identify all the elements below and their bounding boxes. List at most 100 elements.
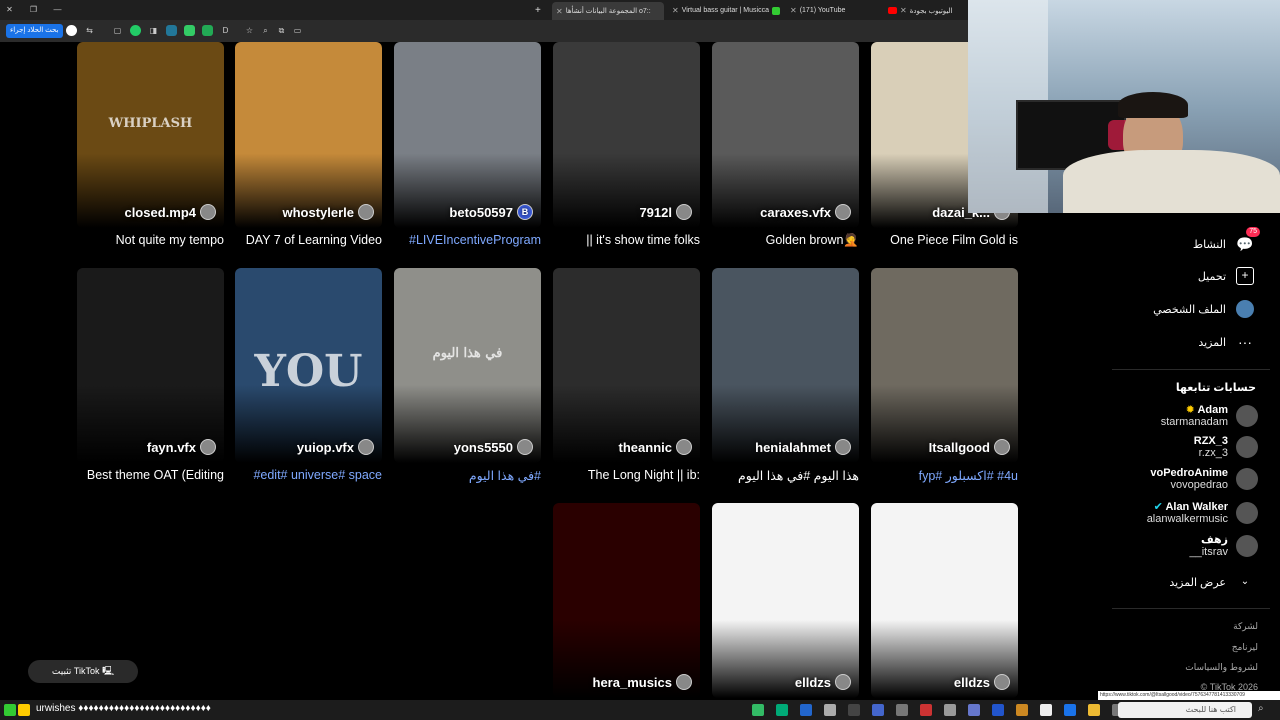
taskbar-search-input[interactable]: اكتب هنا للبحث (1118, 702, 1252, 718)
video-username[interactable]: elldzs (795, 674, 851, 690)
video-username[interactable]: theannic (619, 439, 692, 455)
video-username[interactable]: yuiop.vfx (297, 439, 374, 455)
restore-window-icon[interactable]: ❐ (28, 4, 39, 15)
tab-youtube[interactable]: ✕ (171) YouTube (790, 3, 882, 18)
video-username[interactable]: Itsallgood (929, 439, 1010, 455)
video-caption[interactable]: #4u #اكسبلور #fyp (871, 468, 1018, 483)
video-thumbnail[interactable]: في هذا اليوم yons5550 (394, 268, 541, 463)
shield-icon[interactable] (184, 25, 195, 36)
video-username[interactable]: caraxes.vfx (760, 204, 851, 220)
video-thumbnail[interactable]: beto50597 B (394, 42, 541, 228)
video-username[interactable]: yons5550 (454, 439, 533, 455)
video-thumbnail[interactable]: elldzs (871, 503, 1018, 698)
taskbar-app-icon[interactable] (752, 704, 764, 716)
taskbar-app-icon[interactable] (992, 704, 1004, 716)
video-thumbnail[interactable]: henialahmet (712, 268, 859, 463)
close-tab-icon[interactable]: ✕ (672, 6, 679, 15)
video-caption[interactable]: One Piece Film Gold is (871, 233, 1018, 247)
video-caption[interactable]: edit# universe# space# (235, 468, 382, 482)
minimize-window-icon[interactable]: — (52, 4, 63, 15)
video-username[interactable]: elldzs (954, 674, 1010, 690)
video-caption[interactable]: هذا اليوم #في هذا اليوم (712, 468, 859, 483)
footer-link[interactable]: لشروط والسياسات (1185, 662, 1258, 673)
video-caption[interactable]: LIVEIncentiveProgram# (394, 233, 541, 247)
video-caption[interactable]: || it's show time folks (553, 233, 700, 247)
taskbar-app-icon[interactable] (824, 704, 836, 716)
extension-icon[interactable]: ▢ (112, 25, 123, 36)
taskbar-app-icon[interactable] (920, 704, 932, 716)
following-account[interactable]: voPedroAnime vovopedrao (1098, 467, 1258, 491)
sidebar-item-profile[interactable]: الملف الشخصي (1153, 300, 1254, 318)
close-tab-icon[interactable]: ✕ (790, 6, 797, 15)
video-caption[interactable]: Best theme OAT (Editing (77, 468, 224, 482)
video-thumbnail[interactable]: caraxes.vfx (712, 42, 859, 228)
extension-icon[interactable]: D (220, 25, 231, 36)
taskbar-app-icon[interactable] (1016, 704, 1028, 716)
taskbar-app-icon[interactable] (848, 704, 860, 716)
footer-link[interactable]: ليرنامج (1232, 642, 1258, 653)
close-tab-icon[interactable]: ✕ (900, 6, 907, 15)
video-thumbnail[interactable]: WHIPLASH closed.mp4 (77, 42, 224, 228)
sidebar-item-more[interactable]: ··· المزيد (1198, 333, 1254, 351)
video-username[interactable]: closed.mp4 (124, 204, 216, 220)
taskbar-app-icon[interactable] (1040, 704, 1052, 716)
video-caption[interactable]: Not quite my tempo (77, 233, 224, 247)
window-icon[interactable]: ▭ (292, 25, 303, 36)
tab-green[interactable] (772, 3, 786, 18)
extension-icon[interactable] (202, 25, 213, 36)
video-caption[interactable]: DAY 7 of Learning Video (235, 233, 382, 247)
extension-icon[interactable] (130, 25, 141, 36)
search-action-chip[interactable]: بحث الحلاد إجراء (6, 24, 63, 38)
taskbar-app-icon[interactable] (800, 704, 812, 716)
app-icon[interactable] (18, 704, 30, 716)
following-account[interactable]: زهف __itsrav (1098, 533, 1258, 558)
taskbar-app-icon[interactable] (896, 704, 908, 716)
taskbar-app-icon[interactable] (944, 704, 956, 716)
video-username[interactable]: henialahmet (755, 439, 851, 455)
taskbar-app-icon[interactable] (872, 704, 884, 716)
video-username[interactable]: hera_musics (593, 674, 692, 690)
video-thumbnail[interactable]: 7912l (553, 42, 700, 228)
video-thumbnail[interactable]: theannic (553, 268, 700, 463)
video-caption[interactable]: Golden brown🤦 (712, 233, 859, 248)
video-username[interactable]: 7912l (639, 204, 692, 220)
taskbar-app-icon[interactable] (776, 704, 788, 716)
video-thumbnail[interactable]: Itsallgood (871, 268, 1018, 463)
following-account[interactable]: RZX_3 r.zx_3 (1098, 435, 1258, 459)
taskbar-app-icon[interactable] (1064, 704, 1076, 716)
see-more-button[interactable]: ⌄ عرض المزيد (1169, 573, 1254, 591)
video-username[interactable]: whostylerle (282, 204, 374, 220)
tab-musicca[interactable]: ✕ Virtual bass guitar | Musicca (672, 3, 784, 18)
video-thumbnail[interactable]: whostylerle (235, 42, 382, 228)
taskbar-app-icon[interactable] (968, 704, 980, 716)
extension-icon[interactable]: ⇆ (84, 25, 95, 36)
sidebar-item-activity[interactable]: 💬 75 النشاط (1193, 227, 1260, 253)
video-caption[interactable]: The Long Night || ib: (553, 468, 700, 482)
following-account[interactable]: ✔ Alan Walker alanwalkermusic (1098, 500, 1258, 525)
install-tiktok-button[interactable]: تثبيت TikTok 🖳 (28, 660, 138, 683)
video-caption[interactable]: #في هذا اليوم (394, 468, 541, 483)
video-thumbnail[interactable]: fayn.vfx (77, 268, 224, 463)
footer-link[interactable]: لشركة (1233, 621, 1258, 632)
following-account[interactable]: ✹ Adam starmanadam (1098, 403, 1258, 428)
extension-icon[interactable] (66, 25, 77, 36)
new-tab-button[interactable]: + (535, 3, 541, 18)
extension-icon[interactable] (166, 25, 177, 36)
search-icon[interactable]: ⌕ (1258, 703, 1264, 714)
close-window-icon[interactable]: ✕ (4, 4, 15, 15)
extension-icon[interactable]: ◨ (148, 25, 159, 36)
extensions-icon[interactable]: ⧉ (276, 25, 287, 36)
video-thumbnail[interactable]: hera_musics (553, 503, 700, 698)
tab-youtube-quality[interactable]: ✕ اليوتيوب بجودة (888, 3, 968, 18)
sidebar-item-upload[interactable]: + تحميل (1198, 267, 1254, 285)
video-username[interactable]: fayn.vfx (147, 439, 216, 455)
taskbar-app-icon[interactable] (1088, 704, 1100, 716)
app-icon[interactable] (4, 704, 16, 716)
video-username[interactable]: beto50597 B (449, 204, 533, 220)
video-thumbnail[interactable]: YOU yuiop.vfx (235, 268, 382, 463)
video-thumbnail[interactable]: elldzs (712, 503, 859, 698)
star-icon[interactable]: ☆ (244, 25, 255, 36)
search-icon[interactable]: ⌕ (260, 25, 271, 36)
close-tab-icon[interactable]: ✕ (556, 7, 563, 16)
tab-tiktok[interactable]: ✕ المجموعة البيانات أنشأها o7:: (552, 2, 664, 20)
